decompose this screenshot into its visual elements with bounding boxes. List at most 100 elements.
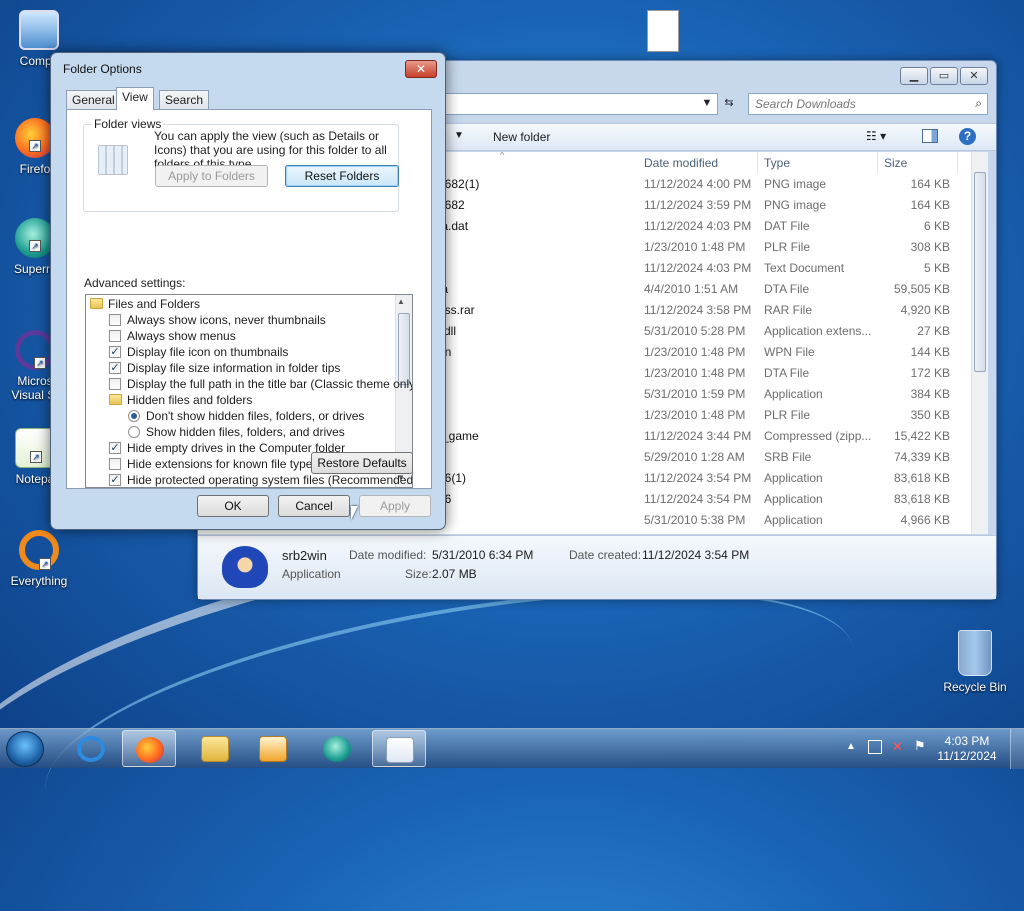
ok-button[interactable]: OK bbox=[197, 495, 269, 517]
search-input[interactable]: Search Downloads ⌕ bbox=[748, 93, 988, 115]
file-date: 11/12/2024 4:03 PM bbox=[644, 219, 752, 233]
checkbox[interactable]: ✓ bbox=[109, 362, 121, 374]
file-name: r bbox=[438, 405, 638, 426]
taskbar-explorer[interactable] bbox=[188, 730, 242, 767]
apply-to-folders-button[interactable]: Apply to Folders bbox=[155, 165, 268, 187]
file-size: 308 KB bbox=[910, 240, 950, 254]
preview-pane-icon[interactable] bbox=[922, 129, 938, 143]
desktop-icon-text-file[interactable] bbox=[640, 10, 686, 56]
radio-button[interactable] bbox=[128, 426, 140, 438]
file-name bbox=[438, 237, 638, 258]
checkbox[interactable] bbox=[109, 458, 121, 470]
column-header-size[interactable]: Size bbox=[878, 152, 958, 174]
cancel-button[interactable]: Cancel bbox=[278, 495, 350, 517]
file-size: 74,339 KB bbox=[893, 450, 950, 464]
file-type: PNG image bbox=[764, 177, 827, 191]
firefox-icon: ↗ bbox=[15, 118, 55, 158]
tab-search[interactable]: Search bbox=[159, 90, 210, 110]
file-type: RAR File bbox=[764, 303, 813, 317]
everything-search-icon: ↗ bbox=[19, 530, 59, 570]
network-icon[interactable] bbox=[868, 740, 882, 754]
taskbar-internet-explorer[interactable] bbox=[64, 730, 118, 767]
visual-studio-icon: ↗ bbox=[15, 330, 55, 370]
address-dropdown-icon[interactable]: ▼ bbox=[696, 93, 718, 115]
restore-defaults-button[interactable]: Restore Defaults bbox=[311, 452, 413, 474]
column-header-type[interactable]: Type bbox=[758, 152, 878, 174]
volume-muted-icon[interactable]: ✕ bbox=[892, 739, 903, 755]
checkbox[interactable]: ✓ bbox=[109, 442, 121, 454]
file-date: 5/31/2010 5:28 PM bbox=[644, 324, 746, 338]
file-name: 06 bbox=[438, 489, 638, 510]
help-icon[interactable]: ? bbox=[959, 128, 976, 145]
show-desktop-button[interactable] bbox=[1010, 729, 1024, 769]
scrollbar-thumb[interactable] bbox=[974, 172, 986, 372]
taskbar-firefox[interactable] bbox=[122, 730, 176, 767]
shortcut-arrow-icon: ↗ bbox=[29, 240, 41, 252]
start-button[interactable] bbox=[6, 731, 44, 767]
media-player-icon bbox=[259, 736, 287, 762]
clock-time: 4:03 PM bbox=[944, 734, 990, 748]
organize-dropdown-icon[interactable]: ▼ bbox=[454, 130, 464, 141]
reset-folders-button[interactable]: Reset Folders bbox=[285, 165, 399, 187]
file-type: DTA File bbox=[764, 282, 810, 296]
folder-options-dialog[interactable]: Folder Options ✕ General View Search Fol… bbox=[50, 52, 446, 530]
file-type: Text Document bbox=[764, 261, 845, 275]
folder-icon bbox=[90, 298, 103, 309]
details-modified-value: 5/31/2010 6:34 PM bbox=[432, 548, 534, 562]
checkbox[interactable] bbox=[109, 378, 121, 390]
file-type: DAT File bbox=[764, 219, 810, 233]
checkbox[interactable]: ✓ bbox=[109, 346, 121, 358]
apply-button[interactable]: Apply bbox=[359, 495, 431, 517]
view-options-icon[interactable]: ☷ ▾ bbox=[866, 129, 886, 143]
file-date: 11/12/2024 3:58 PM bbox=[644, 303, 752, 317]
file-type: PNG image bbox=[764, 198, 827, 212]
checkbox[interactable] bbox=[109, 330, 121, 342]
file-list-scrollbar[interactable] bbox=[971, 152, 988, 534]
show-hidden-icons-icon[interactable]: ▲ bbox=[846, 741, 856, 752]
file-type: Application bbox=[764, 492, 823, 506]
setting-label: Don't show hidden files, folders, or dri… bbox=[146, 409, 365, 423]
tab-general[interactable]: General bbox=[66, 90, 121, 110]
file-size: 164 KB bbox=[910, 177, 950, 191]
setting-label: Hide extensions for known file types bbox=[127, 457, 319, 471]
scrollbar-thumb[interactable] bbox=[398, 313, 410, 385]
dialog-close-button[interactable]: ✕ bbox=[405, 60, 437, 78]
checkbox[interactable]: ✓ bbox=[109, 474, 121, 486]
folder-icon bbox=[201, 736, 229, 762]
clock[interactable]: 4:03 PM 11/12/2024 bbox=[932, 734, 1002, 764]
tab-view[interactable]: View bbox=[116, 87, 154, 110]
details-size-label: Size: bbox=[405, 567, 432, 581]
maximize-button[interactable]: ▭ bbox=[930, 67, 958, 85]
taskbar-folder-options[interactable] bbox=[372, 730, 426, 767]
new-folder-button[interactable]: New folder bbox=[493, 130, 550, 144]
desktop-icon-everything[interactable]: ↗ Everything bbox=[4, 530, 74, 588]
taskbar-media-player[interactable] bbox=[246, 730, 300, 767]
file-type: Compressed (zipp... bbox=[764, 429, 872, 443]
taskbar-app-orb[interactable] bbox=[310, 730, 364, 767]
file-name: 7682(1) bbox=[438, 177, 480, 191]
advanced-settings-label: Advanced settings: bbox=[84, 276, 186, 290]
file-size: 4,920 KB bbox=[900, 303, 950, 317]
folder-views-title: Folder views bbox=[92, 117, 164, 131]
column-header-date[interactable]: Date modified bbox=[638, 152, 758, 174]
details-created-value: 11/12/2024 3:54 PM bbox=[642, 548, 750, 562]
close-button[interactable]: ✕ bbox=[960, 67, 988, 85]
minimize-button[interactable]: ▁ bbox=[900, 67, 928, 85]
file-date: 1/23/2010 1:48 PM bbox=[644, 366, 746, 380]
scroll-up-icon[interactable]: ▲ bbox=[397, 297, 405, 306]
checkbox[interactable] bbox=[109, 314, 121, 326]
desktop-icon-recycle-bin[interactable]: Recycle Bin bbox=[940, 630, 1010, 694]
file-type: Application bbox=[764, 513, 823, 527]
taskbar: ▲ ✕ ⚑ 4:03 PM 11/12/2024 bbox=[0, 728, 1024, 769]
radio-button[interactable] bbox=[128, 410, 140, 422]
action-center-flag-icon[interactable]: ⚑ bbox=[914, 738, 926, 754]
file-name bbox=[438, 384, 638, 405]
details-file-kind: Application bbox=[282, 567, 341, 581]
refresh-icon[interactable]: ⇆ bbox=[718, 93, 740, 115]
file-date: 11/12/2024 3:44 PM bbox=[644, 429, 752, 443]
app-orb-icon bbox=[323, 736, 351, 762]
file-name: on bbox=[438, 342, 638, 363]
computer-icon bbox=[19, 10, 59, 50]
file-date: 4/4/2010 1:51 AM bbox=[644, 282, 739, 296]
file-size: 4,966 KB bbox=[900, 513, 950, 527]
